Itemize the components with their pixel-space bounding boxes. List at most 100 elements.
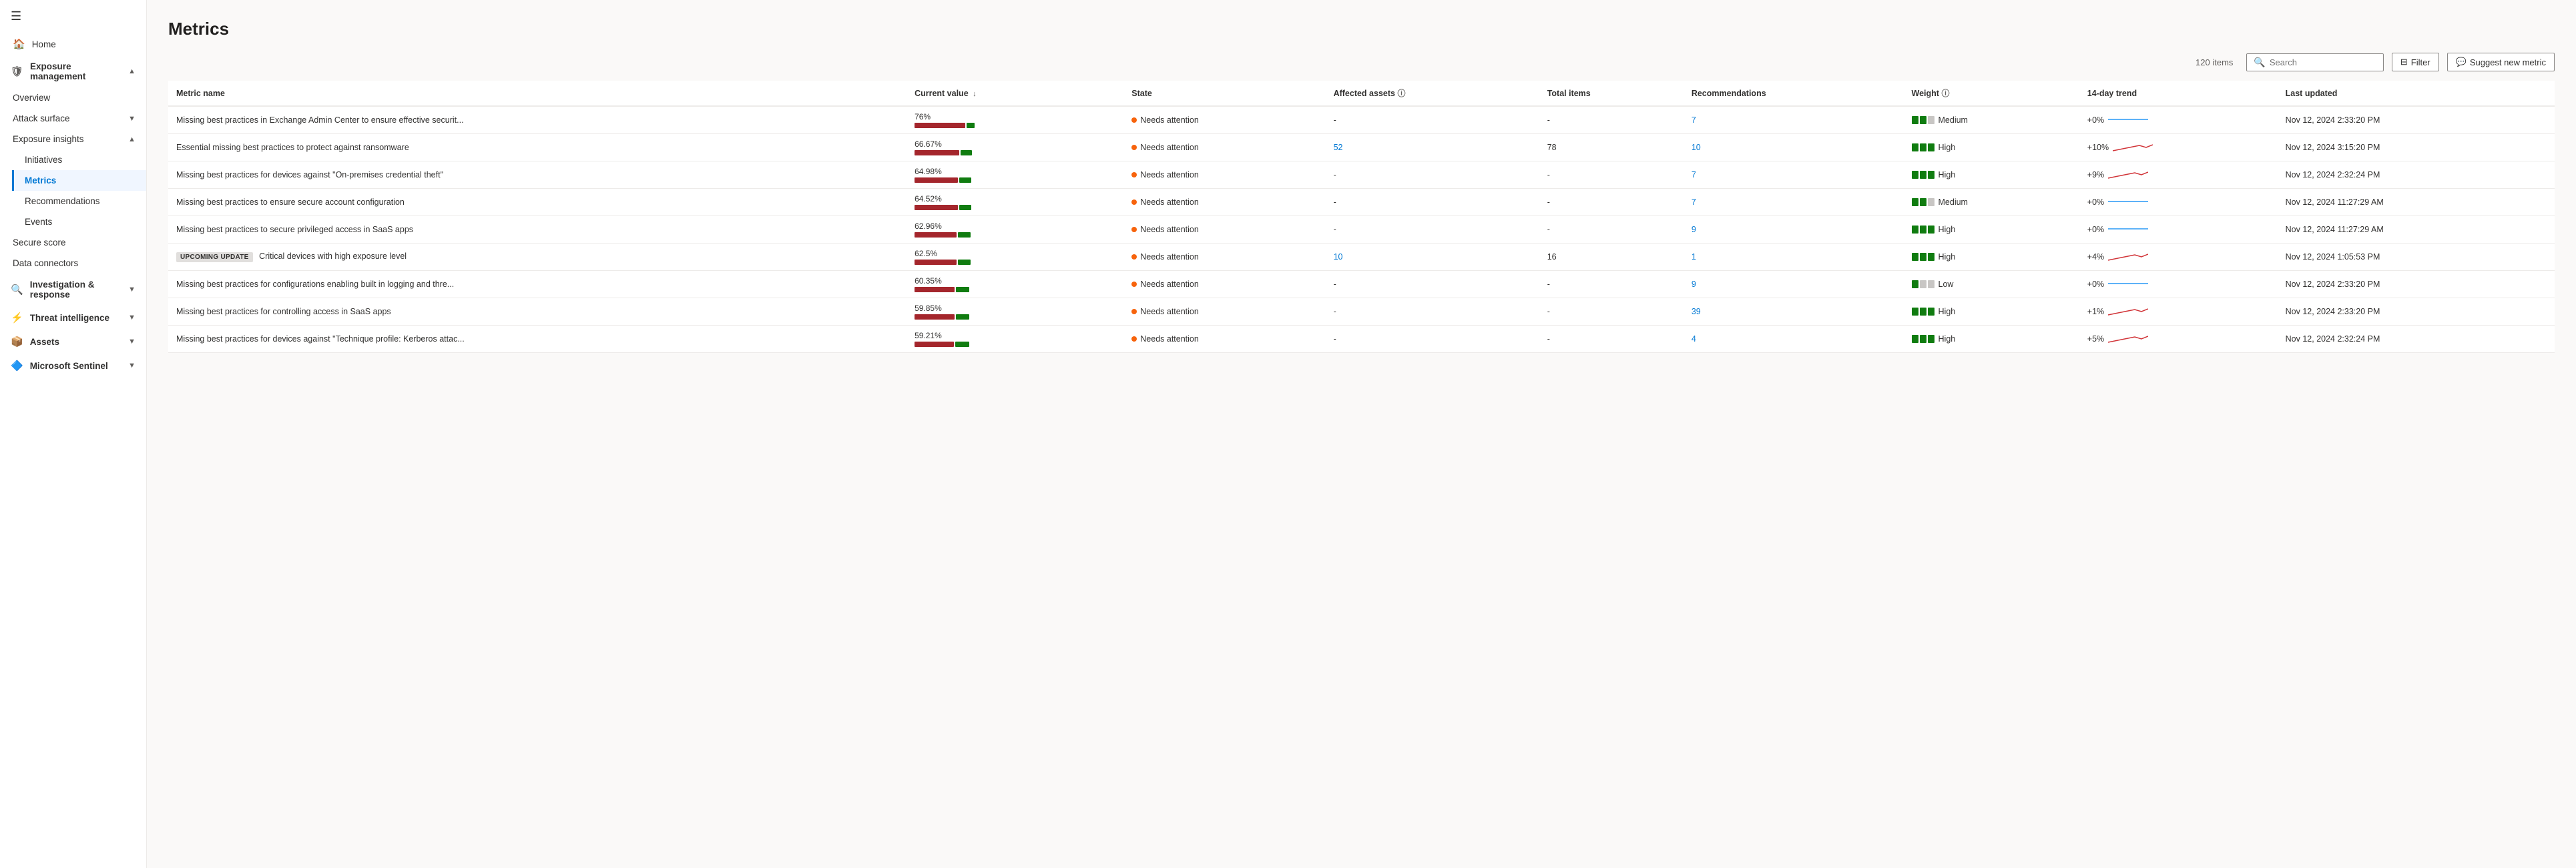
cell-metric-name[interactable]: Missing best practices for devices again…	[168, 161, 907, 189]
progress-label: 59.85%	[915, 304, 1115, 313]
sidebar-section-assets[interactable]: 📦 Assets ▼	[0, 330, 146, 354]
cell-weight: High	[1904, 216, 2079, 244]
cell-recommendations[interactable]: 10	[1684, 134, 1904, 161]
recommendations-link[interactable]: 9	[1692, 280, 1696, 289]
state-cell: Needs attention	[1131, 334, 1317, 344]
col-trend: 14-day trend	[2079, 81, 2278, 106]
cell-metric-name[interactable]: Missing best practices in Exchange Admin…	[168, 106, 907, 134]
bar-red	[915, 232, 957, 238]
sidebar-initiatives-label: Initiatives	[25, 155, 62, 165]
cell-metric-name[interactable]: Missing best practices for configuration…	[168, 271, 907, 298]
bar-green	[961, 150, 972, 155]
cell-recommendations[interactable]: 39	[1684, 298, 1904, 326]
sidebar-item-exposure-insights[interactable]: Exposure insights ▲	[0, 129, 146, 149]
cell-current-value: 64.52%	[907, 189, 1123, 216]
weight-bar	[1928, 116, 1935, 124]
sidebar-item-recommendations[interactable]: Recommendations	[12, 191, 146, 211]
trend-chart	[2108, 169, 2148, 181]
table-row: UPCOMING UPDATE Critical devices with hi…	[168, 244, 2555, 271]
filter-button[interactable]: ⊟ Filter	[2392, 53, 2439, 71]
recommendations-link[interactable]: 4	[1692, 334, 1696, 344]
trend-cell: +0%	[2087, 114, 2270, 126]
recommendations-link[interactable]: 1	[1692, 252, 1696, 262]
cell-total-items: 16	[1539, 244, 1684, 271]
progress-wrap: 62.5%	[915, 249, 1115, 265]
home-icon: 🏠	[13, 38, 25, 50]
sidebar-item-events[interactable]: Events	[12, 211, 146, 232]
weight-cell: Low	[1912, 280, 2071, 289]
sidebar-item-initiatives[interactable]: Initiatives	[12, 149, 146, 170]
search-box[interactable]: 🔍	[2246, 53, 2383, 71]
cell-metric-name[interactable]: UPCOMING UPDATE Critical devices with hi…	[168, 244, 907, 271]
col-recommendations: Recommendations	[1684, 81, 1904, 106]
cell-recommendations[interactable]: 7	[1684, 189, 1904, 216]
trend-cell: +10%	[2087, 141, 2270, 153]
cell-metric-name[interactable]: Essential missing best practices to prot…	[168, 134, 907, 161]
cell-affected-assets[interactable]: 10	[1326, 244, 1539, 271]
weight-cell: High	[1912, 334, 2071, 344]
total-items-text: -	[1547, 225, 1550, 234]
weight-bar	[1912, 116, 1918, 124]
sort-desc-icon: ↓	[973, 90, 977, 98]
trend-chart	[2108, 278, 2148, 290]
cell-recommendations[interactable]: 7	[1684, 161, 1904, 189]
trend-cell: +0%	[2087, 196, 2270, 208]
progress-bar-row	[915, 150, 1115, 155]
affected-assets-link[interactable]: 52	[1334, 143, 1343, 152]
bar-green	[955, 342, 969, 347]
cell-recommendations[interactable]: 9	[1684, 216, 1904, 244]
trend-chart	[2108, 114, 2148, 126]
chevron-down-icon-assets: ▼	[128, 338, 136, 346]
cell-weight: High	[1904, 298, 2079, 326]
sidebar-item-home[interactable]: 🏠 Home	[0, 33, 146, 55]
recommendations-link[interactable]: 7	[1692, 115, 1696, 125]
sidebar-item-attack-surface[interactable]: Attack surface ▼	[0, 108, 146, 129]
trend-cell: +9%	[2087, 169, 2270, 181]
sidebar-item-data-connectors[interactable]: Data connectors	[0, 253, 146, 274]
suggest-metric-button[interactable]: 💬 Suggest new metric	[2447, 53, 2555, 71]
cell-weight: High	[1904, 326, 2079, 353]
cell-total-items: -	[1539, 216, 1684, 244]
recommendations-link[interactable]: 9	[1692, 225, 1696, 234]
recommendations-link[interactable]: 7	[1692, 197, 1696, 207]
cell-metric-name[interactable]: Missing best practices for devices again…	[168, 326, 907, 353]
weight-bars	[1912, 280, 1935, 288]
cell-weight: High	[1904, 134, 2079, 161]
state-cell: Needs attention	[1131, 115, 1317, 125]
badge-upcoming: UPCOMING UPDATE	[176, 252, 253, 262]
cell-recommendations[interactable]: 9	[1684, 271, 1904, 298]
sidebar-section-investigation-response[interactable]: 🔍 Investigation & response ▼	[0, 274, 146, 306]
affected-assets-link[interactable]: 10	[1334, 252, 1343, 262]
state-text: Needs attention	[1140, 307, 1199, 316]
cell-metric-name[interactable]: Missing best practices to ensure secure …	[168, 189, 907, 216]
cell-affected-assets[interactable]: 52	[1326, 134, 1539, 161]
cell-recommendations[interactable]: 1	[1684, 244, 1904, 271]
affected-assets-info-icon[interactable]: ⓘ	[1397, 89, 1405, 98]
sidebar-item-overview[interactable]: Overview	[0, 87, 146, 108]
cell-metric-name[interactable]: Missing best practices for controlling a…	[168, 298, 907, 326]
sidebar-section-threat-intelligence[interactable]: ⚡ Threat intelligence ▼	[0, 306, 146, 330]
search-input[interactable]	[2270, 57, 2376, 67]
sidebar-item-metrics[interactable]: Metrics	[12, 170, 146, 191]
weight-bar	[1912, 335, 1918, 343]
recommendations-link[interactable]: 10	[1692, 143, 1701, 152]
cell-metric-name[interactable]: Missing best practices to secure privile…	[168, 216, 907, 244]
cell-recommendations[interactable]: 4	[1684, 326, 1904, 353]
progress-label: 59.21%	[915, 331, 1115, 340]
cell-trend: +1%	[2079, 298, 2278, 326]
cell-recommendations[interactable]: 7	[1684, 106, 1904, 134]
hamburger-menu[interactable]: ☰	[0, 0, 146, 33]
sidebar-section-exposure-management[interactable]: 🛡 Exposure management ▲	[0, 55, 146, 87]
weight-bar	[1912, 226, 1918, 234]
weight-bars	[1912, 198, 1935, 206]
suggest-label: Suggest new metric	[2470, 57, 2546, 67]
sidebar-section-sentinel[interactable]: 🔷 Microsoft Sentinel ▼	[0, 354, 146, 378]
recommendations-link[interactable]: 7	[1692, 170, 1696, 179]
col-total-items: Total items	[1539, 81, 1684, 106]
weight-info-icon[interactable]: ⓘ	[1941, 89, 1949, 98]
cell-total-items: -	[1539, 106, 1684, 134]
cell-weight: High	[1904, 244, 2079, 271]
recommendations-link[interactable]: 39	[1692, 307, 1701, 316]
sidebar-item-secure-score[interactable]: Secure score	[0, 232, 146, 253]
col-current-value[interactable]: Current value ↓	[907, 81, 1123, 106]
